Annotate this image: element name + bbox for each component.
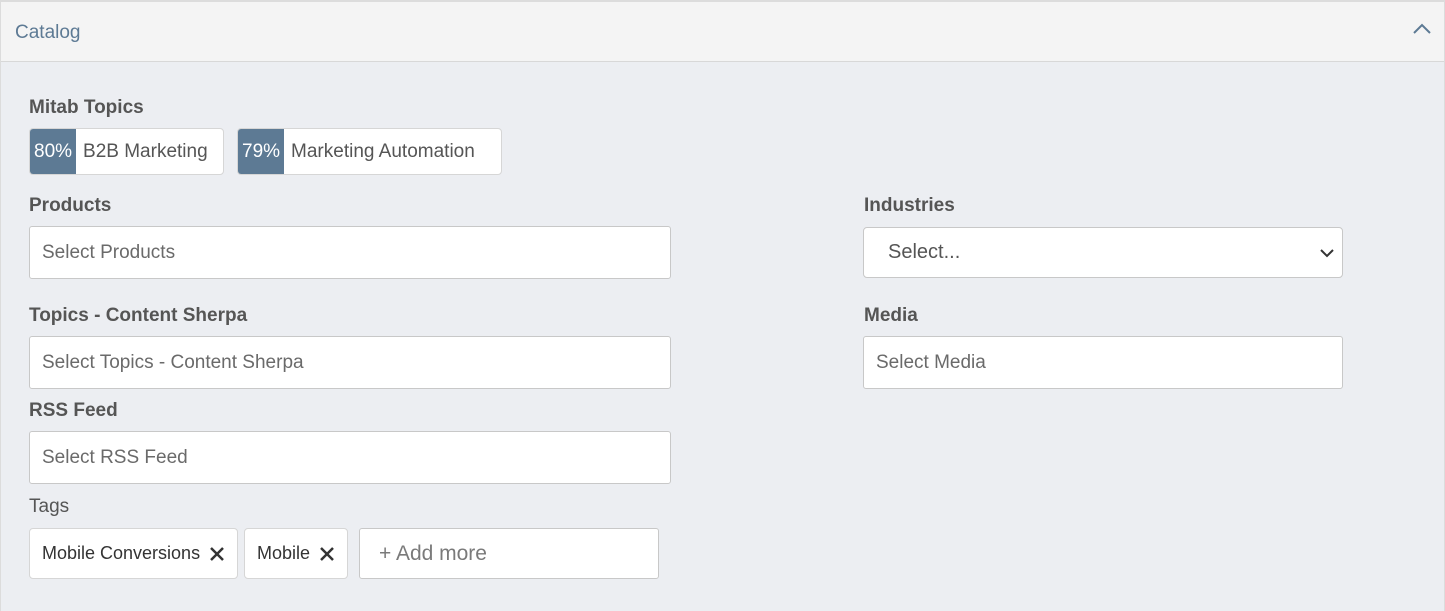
media-label: Media: [864, 305, 918, 326]
close-icon[interactable]: [209, 546, 225, 562]
industries-label: Industries: [864, 195, 955, 216]
chevron-up-icon[interactable]: [1410, 17, 1434, 41]
products-label: Products: [29, 195, 112, 216]
media-placeholder: Select Media: [876, 351, 986, 373]
rss-feed-input[interactable]: Select RSS Feed: [29, 431, 671, 484]
close-icon[interactable]: [319, 546, 335, 562]
tag-name: Mobile Conversions: [42, 543, 201, 563]
rss-feed-placeholder: Select RSS Feed: [42, 446, 188, 468]
media-input[interactable]: Select Media: [863, 336, 1343, 389]
industries-selected-value: Select...: [888, 241, 961, 263]
tags-label: Tags: [29, 496, 70, 517]
topics-content-sherpa-label: Topics - Content Sherpa: [29, 305, 248, 326]
topic-chip-b2b-marketing[interactable]: 80% B2B Marketing: [29, 128, 224, 175]
topic-percent: 80%: [30, 129, 77, 174]
panel-title: Catalog: [15, 22, 81, 43]
tag-mobile-conversions: Mobile Conversions: [29, 528, 239, 579]
catalog-panel: Catalog Mitab Topics 80% B2B Marketing 7…: [0, 0, 1445, 611]
industries-select[interactable]: Select...: [863, 227, 1343, 278]
panel-header[interactable]: Catalog: [1, 2, 1444, 62]
topics-content-sherpa-placeholder: Select Topics - Content Sherpa: [42, 351, 304, 373]
products-placeholder: Select Products: [42, 241, 176, 263]
topics-content-sherpa-input[interactable]: Select Topics - Content Sherpa: [29, 336, 671, 389]
rss-feed-label: RSS Feed: [29, 400, 118, 421]
tag-name: Mobile: [257, 543, 311, 563]
tag-mobile: Mobile: [244, 528, 349, 579]
add-more-placeholder: + Add more: [379, 541, 487, 565]
chevron-down-icon: [1318, 244, 1336, 262]
topic-name: B2B Marketing: [83, 140, 208, 162]
add-more-tag-input[interactable]: + Add more: [359, 528, 659, 579]
topic-chip-marketing-automation[interactable]: 79% Marketing Automation: [237, 128, 502, 175]
topic-name: Marketing Automation: [291, 140, 475, 162]
mitab-topics-label: Mitab Topics: [29, 97, 144, 118]
products-input[interactable]: Select Products: [29, 226, 671, 279]
topic-percent: 79%: [238, 129, 285, 174]
